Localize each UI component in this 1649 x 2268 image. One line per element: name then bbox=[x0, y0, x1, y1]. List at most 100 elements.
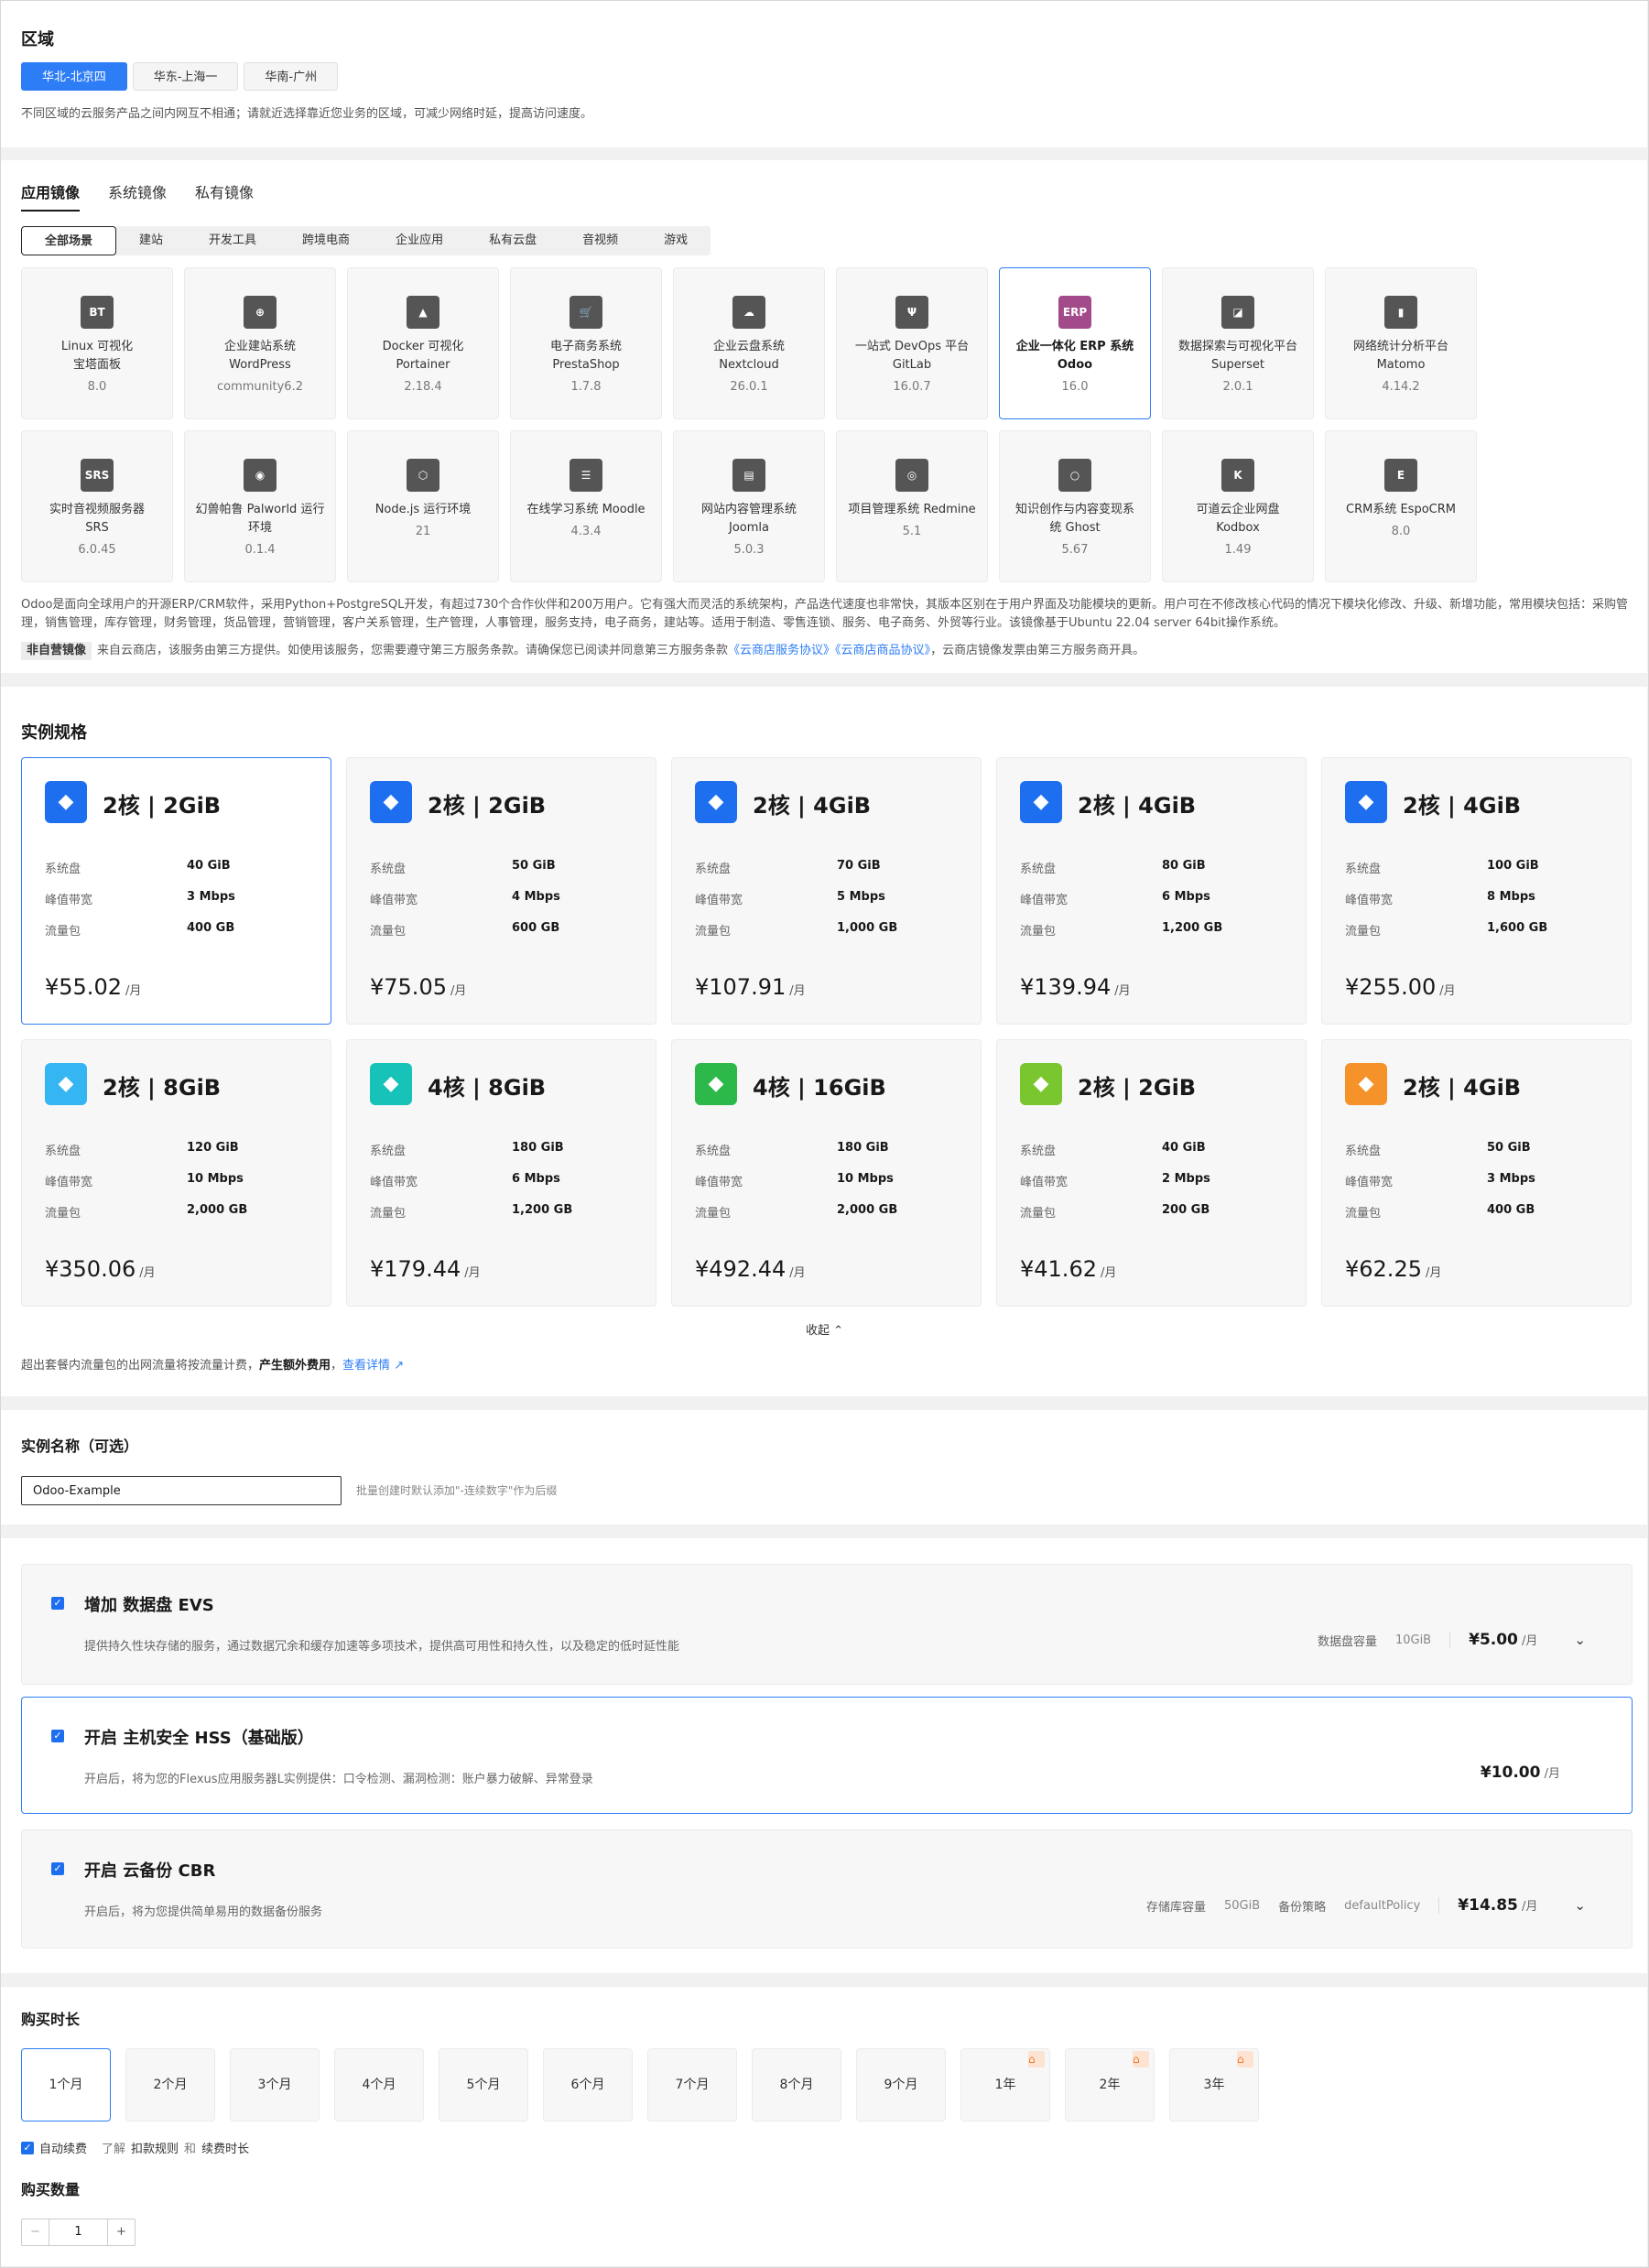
spec-card[interactable]: ◆ 2核 | 4GiB 系统盘 70 GiB 峰值带宽 5 Mbps 流量包 1,000 GB… bbox=[671, 757, 982, 1025]
image-card[interactable]: ◪ 数据探索与可视化平台 Superset 2.0.1 bbox=[1162, 267, 1314, 419]
image-card[interactable]: ⊕ 企业建站系统 WordPress community6.2 bbox=[184, 267, 336, 419]
spec-card[interactable]: ◆ 4核 | 16GiB 系统盘 180 GiB 峰值带宽 10 Mbps 流量包 2,000… bbox=[671, 1039, 982, 1307]
spec-card[interactable]: ◆ 2核 | 2GiB 系统盘 50 GiB 峰值带宽 4 Mbps 流量包 600 GB ¥7… bbox=[346, 757, 656, 1025]
image-card[interactable]: ◎ 项目管理系统 Redmine 5.1 bbox=[836, 430, 988, 582]
collapse-button[interactable]: 收起 ⌃ bbox=[806, 1320, 843, 1338]
image-card[interactable]: BT Linux 可视化 宝塔面板 8.0 bbox=[21, 267, 173, 419]
image-card[interactable]: K 可道云企业网盘 Kodbox 1.49 bbox=[1162, 430, 1314, 582]
image-card[interactable]: ▮ 网络统计分析平台 Matomo 4.14.2 bbox=[1325, 267, 1477, 419]
duration-option[interactable]: 1个月 bbox=[21, 2048, 111, 2122]
duration-option[interactable]: 2个月 bbox=[125, 2048, 215, 2122]
image-version: community6.2 bbox=[217, 380, 303, 394]
evs-price: ¥5.00 /月 bbox=[1469, 1631, 1537, 1649]
spec-card[interactable]: ◆ 2核 | 4GiB 系统盘 100 GiB 峰值带宽 8 Mbps 流量包 1,600 G… bbox=[1321, 757, 1632, 1025]
spec-name: 2核 | 2GiB bbox=[1078, 1075, 1197, 1101]
traffic-label: 流量包 bbox=[1345, 1207, 1382, 1221]
decrease-button[interactable]: − bbox=[22, 2219, 49, 2245]
image-card[interactable]: Ψ 一站式 DevOps 平台 GitLab 16.0.7 bbox=[836, 267, 988, 419]
image-card[interactable]: ☁ 企业云盘系统 Nextcloud 26.0.1 bbox=[673, 267, 825, 419]
image-card[interactable]: E CRM系统 EspoCRM 8.0 bbox=[1325, 430, 1477, 582]
traffic-label: 流量包 bbox=[695, 1207, 732, 1221]
traffic-label: 流量包 bbox=[1020, 925, 1057, 939]
image-card[interactable]: ◉ 幻兽帕鲁 Palworld 运行 环境 0.1.4 bbox=[184, 430, 336, 582]
spec-card[interactable]: ◆ 2核 | 2GiB 系统盘 40 GiB 峰值带宽 3 Mbps 流量包 400 GB ¥5… bbox=[21, 757, 331, 1025]
region-option-guangzhou[interactable]: 华南-广州 bbox=[244, 62, 339, 91]
duration-option[interactable]: 9个月 bbox=[856, 2048, 946, 2122]
image-name: Linux 可视化 bbox=[60, 340, 134, 353]
bt-icon: BT bbox=[81, 296, 114, 329]
srs-icon: SRS bbox=[81, 459, 114, 492]
duration-option[interactable]: 7个月 bbox=[647, 2048, 737, 2122]
duration-option[interactable]: 5个月 bbox=[439, 2048, 528, 2122]
tab-system-image[interactable]: 系统镜像 bbox=[108, 180, 167, 212]
tab-app-image[interactable]: 应用镜像 bbox=[21, 180, 81, 212]
duration-option[interactable]: 8个月 bbox=[752, 2048, 841, 2122]
chevron-down-icon[interactable]: ⌄ bbox=[1574, 1897, 1586, 1914]
learn-text: 了解 bbox=[102, 2143, 126, 2156]
deduction-rule-link[interactable]: 扣款规则 bbox=[131, 2139, 179, 2156]
auto-renew-row: ✓ 自动续费 了解 扣款规则 和 续费时长 bbox=[21, 2139, 249, 2156]
image-card[interactable]: ▤ 网站内容管理系统 Joomla 5.0.3 bbox=[673, 430, 825, 582]
image-card[interactable]: ERP 企业一体化 ERP 系统 Odoo 16.0 bbox=[999, 267, 1151, 419]
view-details-link[interactable]: 查看详情 bbox=[342, 1359, 390, 1373]
spec-card[interactable]: ◆ 2核 | 4GiB 系统盘 80 GiB 峰值带宽 6 Mbps 流量包 1,200 GB… bbox=[996, 757, 1307, 1025]
spec-name: 4核 | 8GiB bbox=[428, 1075, 547, 1101]
category-cloud-drive[interactable]: 私有云盘 bbox=[466, 226, 559, 255]
category-ecommerce[interactable]: 跨境电商 bbox=[279, 226, 373, 255]
image-version: 21 bbox=[415, 525, 431, 538]
increase-button[interactable]: + bbox=[107, 2219, 135, 2245]
bar-chart-icon: ▮ bbox=[1384, 296, 1417, 329]
duration-option[interactable]: 3个月 bbox=[230, 2048, 320, 2122]
duration-option[interactable]: 4个月 bbox=[334, 2048, 424, 2122]
category-site[interactable]: 建站 bbox=[116, 226, 186, 255]
price-unit: /月 bbox=[789, 984, 806, 998]
region-option-beijing[interactable]: 华北-北京四 bbox=[21, 62, 127, 91]
image-name-line2: 统 Ghost bbox=[1049, 521, 1101, 535]
image-name: 项目管理系统 Redmine bbox=[848, 503, 976, 516]
bw-value: 8 Mbps bbox=[1487, 890, 1535, 904]
renewal-duration-link[interactable]: 续费时长 bbox=[201, 2139, 249, 2156]
image-card[interactable]: ○ 知识创作与内容变现系统 Ghost 5.67 bbox=[999, 430, 1151, 582]
spec-traffic-row: 流量包 2,000 GB bbox=[695, 1203, 897, 1221]
category-av[interactable]: 音视频 bbox=[559, 226, 641, 255]
image-card[interactable]: ▲ Docker 可视化 Portainer 2.18.4 bbox=[347, 267, 499, 419]
category-games[interactable]: 游戏 bbox=[641, 226, 711, 255]
category-enterprise[interactable]: 企业应用 bbox=[373, 226, 466, 255]
price-unit: /月 bbox=[139, 1266, 156, 1280]
region-option-shanghai[interactable]: 华东-上海一 bbox=[132, 62, 239, 91]
tab-private-image[interactable]: 私有镜像 bbox=[195, 180, 254, 212]
spec-card[interactable]: ◆ 4核 | 8GiB 系统盘 180 GiB 峰值带宽 6 Mbps 流量包 1,200 G… bbox=[346, 1039, 656, 1307]
disk-label: 系统盘 bbox=[1020, 1145, 1057, 1158]
auto-renew-checkbox[interactable]: ✓ bbox=[21, 2141, 34, 2154]
spec-card[interactable]: ◆ 2核 | 4GiB 系统盘 50 GiB 峰值带宽 3 Mbps 流量包 400 GB ¥6… bbox=[1321, 1039, 1632, 1307]
service-agreement-link[interactable]: 《云商店服务协议》 bbox=[728, 644, 835, 657]
product-agreement-link[interactable]: 《云商店商品协议》 bbox=[835, 644, 930, 657]
image-name: CRM系统 EspoCRM bbox=[1346, 503, 1456, 516]
quantity-input[interactable]: 1 bbox=[49, 2219, 107, 2245]
image-name-line2: PrestaShop bbox=[552, 358, 620, 372]
cbr-price-value: ¥14.85 bbox=[1458, 1896, 1518, 1915]
addons-section: ✓ 增加 数据盘 EVS 提供持久性块存储的服务，通过数据冗余和缓存加速等多项技… bbox=[1, 1538, 1647, 1973]
disk-label: 系统盘 bbox=[45, 1145, 81, 1158]
image-card[interactable]: 🛒 电子商务系统 PrestaShop 1.7.8 bbox=[510, 267, 662, 419]
image-card[interactable]: SRS 实时音视频服务器 SRS 6.0.45 bbox=[21, 430, 173, 582]
spec-disk-row: 系统盘 180 GiB bbox=[695, 1141, 889, 1158]
category-devtools[interactable]: 开发工具 bbox=[186, 226, 279, 255]
image-card[interactable]: ☰ 在线学习系统 Moodle 4.3.4 bbox=[510, 430, 662, 582]
duration-option[interactable]: 6个月 bbox=[543, 2048, 633, 2122]
erp-icon: ERP bbox=[1058, 296, 1091, 329]
cbr-checkbox[interactable]: ✓ bbox=[51, 1862, 64, 1875]
instance-name-input[interactable] bbox=[21, 1476, 342, 1505]
image-version: 4.14.2 bbox=[1382, 380, 1420, 394]
image-version: 4.3.4 bbox=[570, 525, 602, 538]
evs-checkbox[interactable]: ✓ bbox=[51, 1597, 64, 1610]
spec-card[interactable]: ◆ 2核 | 2GiB 系统盘 40 GiB 峰值带宽 2 Mbps 流量包 200 GB ¥4… bbox=[996, 1039, 1307, 1307]
cbr-policy-value: defaultPolicy bbox=[1344, 1898, 1421, 1913]
chevron-down-icon[interactable]: ⌄ bbox=[1574, 1632, 1586, 1648]
hss-checkbox[interactable]: ✓ bbox=[51, 1730, 64, 1742]
category-all[interactable]: 全部场景 bbox=[21, 226, 117, 255]
price-value: ¥492.44 bbox=[695, 1256, 787, 1282]
bw-label: 峰值带宽 bbox=[1345, 1176, 1394, 1189]
image-card[interactable]: ⬡ Node.js 运行环境 21 bbox=[347, 430, 499, 582]
spec-card[interactable]: ◆ 2核 | 8GiB 系统盘 120 GiB 峰值带宽 10 Mbps 流量包 2,000 … bbox=[21, 1039, 331, 1307]
